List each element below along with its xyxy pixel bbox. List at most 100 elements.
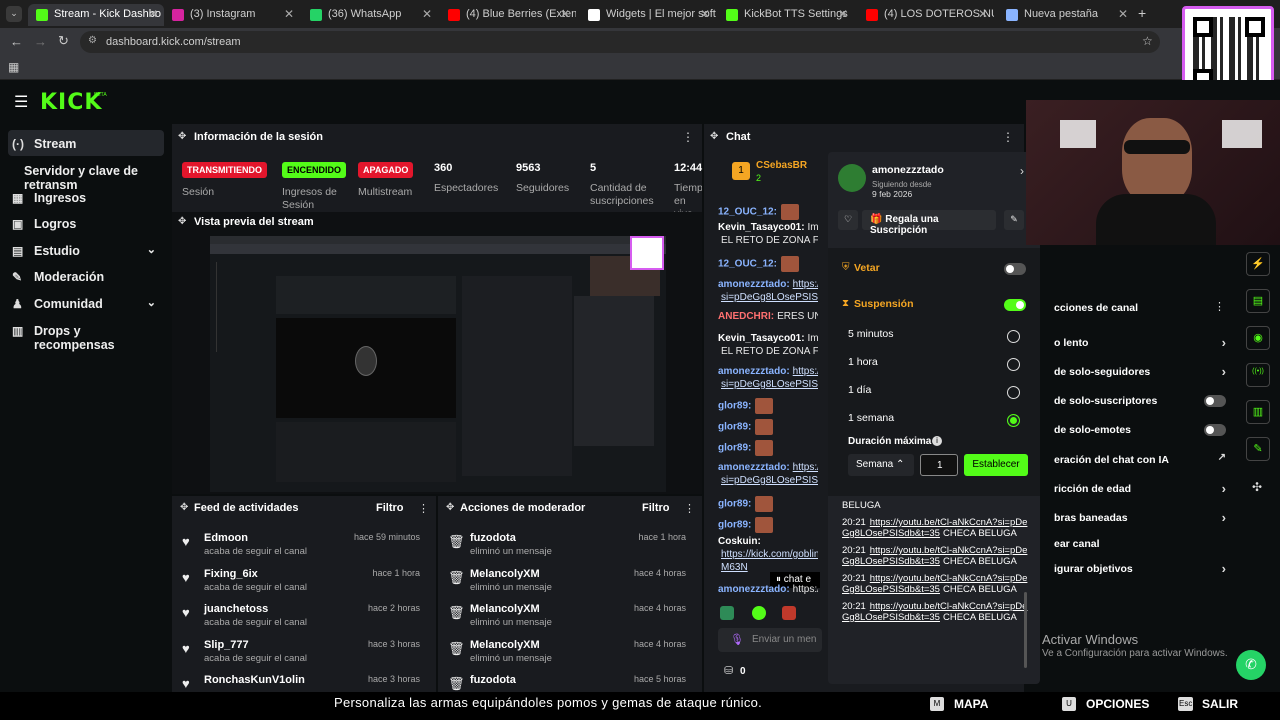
back-icon[interactable]: ← [10, 34, 23, 49]
channel-setting-item[interactable]: de solo-suscriptores [1054, 395, 1234, 407]
browser-tab[interactable]: (36) WhatsApp ✕ [302, 4, 438, 26]
list-item-name[interactable]: Fixing_6ix [204, 568, 258, 580]
channel-settings-more-icon[interactable]: ⋮ [1214, 300, 1225, 313]
chat-username[interactable]: amonezzztado: [718, 366, 790, 377]
channel-setting-item[interactable]: de solo-seguidores › [1054, 364, 1234, 379]
list-item[interactable]: ♥ juanchetoss acaba de seguir el canal hace… [172, 603, 432, 639]
layout-icon[interactable]: ▥ [1246, 400, 1270, 424]
channel-points-icon[interactable]: ⛁ [724, 664, 733, 677]
chat-username[interactable]: ANEDCHRI: [718, 311, 774, 322]
ban-toggle[interactable] [1004, 263, 1026, 275]
chat-bubble-icon[interactable]: ◉ [1246, 326, 1270, 350]
sidebar-item[interactable]: ▥ Drops y recompensas [8, 317, 164, 352]
list-item[interactable]: ♥ Edmoon acaba de seguir el canal hace 59 m… [172, 532, 432, 568]
puzzle-icon[interactable]: ✣ [1252, 480, 1262, 494]
sidebar-item[interactable]: ▣ Logros [8, 210, 164, 236]
chat-link[interactable]: M63N [721, 562, 748, 573]
channel-setting-item[interactable]: bras baneadas › [1054, 510, 1234, 525]
browser-tab[interactable]: Stream - Kick Dashbo ✕ [28, 4, 164, 26]
emote-icon[interactable] [782, 606, 796, 620]
timeout-toggle[interactable] [1004, 299, 1026, 311]
tab-close-icon[interactable]: ✕ [978, 7, 988, 21]
whatsapp-float-icon[interactable]: ✆ [1236, 650, 1266, 680]
set-button[interactable]: Establecer [964, 454, 1028, 476]
radio-button[interactable] [1007, 386, 1020, 399]
emote-icon[interactable] [752, 606, 766, 620]
channel-setting-item[interactable]: igurar objetivos › [1054, 561, 1234, 576]
browser-tab[interactable]: Widgets | El mejor softw ✕ [580, 4, 716, 26]
list-item-name[interactable]: juanchetoss [204, 603, 268, 615]
list-item-name[interactable]: Slip_777 [204, 639, 249, 651]
chat-input[interactable]: 🎙 Enviar un men [718, 628, 822, 652]
chat-link[interactable]: https:// [793, 366, 818, 377]
chat-username[interactable]: glor89: [718, 520, 751, 531]
list-item-name[interactable]: fuzodota [470, 532, 516, 544]
pinned-user[interactable]: CSebasBR [756, 160, 807, 171]
info-icon[interactable]: i [932, 436, 942, 446]
chat-link[interactable]: si=pDeGg8LOsePSISdb [721, 292, 818, 303]
sidebar-item[interactable]: Servidor y clave de retransm [8, 157, 164, 192]
menu-hamburger-icon[interactable]: ☰ [14, 92, 28, 112]
tab-close-icon[interactable]: ✕ [560, 7, 570, 21]
chat-link[interactable]: https://kick.com/goblin [721, 549, 818, 560]
bolt-icon[interactable]: ⚡ [1246, 252, 1270, 276]
list-item-name[interactable]: MelancolyXM [470, 603, 540, 615]
sidebar-item[interactable]: ✎ Moderación [8, 263, 164, 289]
chat-link[interactable]: https:// [793, 279, 818, 290]
bookmark-star-icon[interactable]: ☆ [1142, 34, 1153, 48]
setting-toggle[interactable] [1204, 395, 1226, 407]
chevron-down-icon[interactable]: ⌄ [147, 243, 156, 256]
tab-search-button[interactable]: ⌄ [6, 6, 22, 22]
chat-link[interactable]: https:// [793, 462, 818, 473]
emote-icon[interactable] [720, 606, 734, 620]
duration-amount-input[interactable]: 1 [920, 454, 958, 476]
sidebar-item[interactable]: ▦ Ingresos [8, 184, 164, 210]
user-card-next-icon[interactable]: › [1020, 164, 1024, 178]
chat-username[interactable]: 12_OUC_12: [718, 259, 777, 270]
list-item[interactable]: 🗑 MelancolyXM eliminó un mensaje hace 4 hor… [438, 639, 698, 675]
list-item[interactable]: ♥ Fixing_6ix acaba de seguir el canal hace … [172, 568, 432, 604]
chat-username[interactable]: amonezzztado: [718, 279, 790, 290]
radio-button[interactable] [1007, 330, 1020, 343]
modactions-more-icon[interactable]: ⋮ [684, 502, 695, 515]
list-item-name[interactable]: RonchasKunV1olin [204, 674, 305, 686]
modactions-filter-button[interactable]: Filtro [642, 502, 670, 514]
browser-tab[interactable]: (4) LOS DOTEROS NU ✕ [858, 4, 994, 26]
activity-more-icon[interactable]: ⋮ [418, 502, 429, 515]
sidebar-item[interactable]: (·) Stream [8, 130, 164, 156]
radio-button[interactable] [1007, 358, 1020, 371]
mic-icon[interactable]: 🎙 [730, 633, 744, 646]
tab-close-icon[interactable]: ✕ [422, 7, 432, 21]
channel-setting-item[interactable]: ear canal [1054, 538, 1234, 550]
tab-close-icon[interactable]: ✕ [838, 7, 848, 21]
list-item[interactable]: ♥ Slip_777 acaba de seguir el canal hace 3 … [172, 639, 432, 675]
list-icon[interactable]: ▤ [1246, 289, 1270, 313]
list-item-name[interactable]: MelancolyXM [470, 568, 540, 580]
heart-follow-button[interactable]: ♡ [838, 210, 858, 230]
list-item-name[interactable]: MelancolyXM [470, 639, 540, 651]
chat-username[interactable]: amonezzztado: [718, 462, 790, 473]
apps-grid-icon[interactable]: ▦ [8, 60, 19, 74]
chat-link[interactable]: si=pDeGg8LOsePSISdb [721, 379, 818, 390]
site-info-icon[interactable]: ⚙ [88, 35, 97, 46]
timeout-option[interactable]: 1 día [848, 384, 1028, 404]
activity-move-icon[interactable]: ✥ [180, 502, 188, 513]
chevron-down-icon[interactable]: ⌄ [147, 296, 156, 309]
sidebar-item[interactable]: ▤ Estudio ⌄ [8, 237, 164, 263]
channel-setting-item[interactable]: o lento › [1054, 335, 1234, 350]
wrench-icon[interactable]: ✎ [1246, 437, 1270, 461]
tab-close-icon[interactable]: ✕ [148, 7, 158, 21]
history-scrollbar[interactable] [1024, 592, 1027, 668]
new-tab-button[interactable]: + [1138, 5, 1146, 21]
session-more-icon[interactable]: ⋮ [682, 130, 694, 144]
sidebar-item[interactable]: ♟ Comunidad ⌄ [8, 290, 164, 316]
reload-icon[interactable]: ↻ [58, 33, 69, 49]
chat-link[interactable]: si=pDeGg8LOsePSISdb [721, 475, 818, 486]
channel-setting-item[interactable]: ricción de edad › [1054, 481, 1234, 496]
edit-user-button[interactable]: ✎ [1004, 210, 1024, 230]
tab-close-icon[interactable]: ✕ [284, 7, 294, 21]
chat-username[interactable]: glor89: [718, 401, 751, 412]
browser-tab[interactable]: (4) Blue Berries (Extended✕ [440, 4, 576, 26]
chat-username[interactable]: glor89: [718, 422, 751, 433]
session-move-icon[interactable]: ✥ [178, 131, 186, 142]
